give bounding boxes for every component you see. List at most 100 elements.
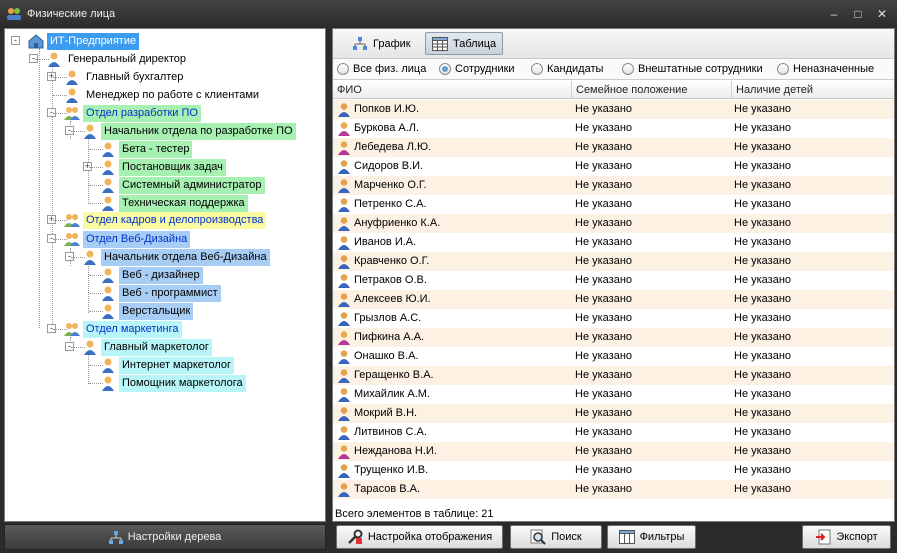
person-icon xyxy=(100,303,116,319)
radio-freelancers[interactable]: Внештатные сотрудники xyxy=(622,63,763,75)
table-row[interactable]: Геращенко В.А. Не указано Не указано xyxy=(333,366,894,385)
maximize-icon[interactable]: □ xyxy=(851,7,865,21)
tree-node-label: Отдел кадров и делопроизводства xyxy=(83,211,267,229)
collapse-icon[interactable]: - xyxy=(11,36,20,45)
cell-marital-status: Не указано xyxy=(575,122,633,134)
cell-marital-status: Не указано xyxy=(575,179,633,191)
search-icon xyxy=(530,529,546,545)
table-row[interactable]: Литвинов С.А. Не указано Не указано xyxy=(333,423,894,442)
table-row[interactable]: Кравченко О.Г. Не указано Не указано xyxy=(333,252,894,271)
table-row[interactable]: Ануфриенко К.А. Не указано Не указано xyxy=(333,214,894,233)
tree-settings-button[interactable]: Настройки дерева xyxy=(4,524,326,550)
tree-node[interactable]: Менеджер по работе с клиентами xyxy=(64,86,262,104)
cell-name: Михайлик А.М. xyxy=(354,388,430,400)
table-row[interactable]: Пифкина А.А. Не указано Не указано xyxy=(333,328,894,347)
table-row[interactable]: Трущенко И.В. Не указано Не указано xyxy=(333,461,894,480)
tree-node[interactable]: Начальник отдела Веб-Дизайна xyxy=(82,248,270,266)
tree-node[interactable]: Верстальщик xyxy=(100,302,194,320)
radio-unassigned[interactable]: Неназначенные xyxy=(777,63,874,75)
cell-children: Не указано xyxy=(734,274,792,286)
table-row[interactable]: Попков И.Ю. Не указано Не указано xyxy=(333,100,894,119)
table-row[interactable]: Грызлов А.С. Не указано Не указано xyxy=(333,309,894,328)
tree-node[interactable]: Веб - дизайнер xyxy=(100,266,203,284)
tree-node-label: Отдел маркетинга xyxy=(83,320,182,338)
male-person-icon xyxy=(337,102,351,117)
table-row[interactable]: Петренко С.А. Не указано Не указано xyxy=(333,195,894,214)
column-header-marital[interactable]: Семейное положение xyxy=(572,81,732,99)
cell-children: Не указано xyxy=(734,122,792,134)
filters-button[interactable]: Фильтры xyxy=(607,525,696,549)
export-label: Экспорт xyxy=(836,531,878,543)
cell-name: Марченко О.Г. xyxy=(354,179,427,191)
radio-employees[interactable]: Сотрудники xyxy=(439,63,515,75)
search-button[interactable]: Поиск xyxy=(510,525,602,549)
tree-node[interactable]: ИТ-Предприятие xyxy=(28,32,140,50)
table-row[interactable]: Буркова А.Л. Не указано Не указано xyxy=(333,119,894,138)
table-row[interactable]: Лебедева Л.Ю. Не указано Не указано xyxy=(333,138,894,157)
close-icon[interactable]: ✕ xyxy=(875,7,889,21)
male-person-icon xyxy=(337,216,351,231)
tree-node-label: Отдел разработки ПО xyxy=(83,104,201,122)
cell-children: Не указано xyxy=(734,464,792,476)
table-row[interactable]: Михайлик А.М. Не указано Не указано xyxy=(333,385,894,404)
export-button[interactable]: Экспорт xyxy=(802,525,891,549)
radio-label: Внештатные сотрудники xyxy=(638,63,763,75)
table-row[interactable]: Алексеев Ю.И. Не указано Не указано xyxy=(333,290,894,309)
radio-candidates[interactable]: Кандидаты xyxy=(531,63,603,75)
column-header-name[interactable]: ФИО xyxy=(333,81,572,99)
tree-node[interactable]: Отдел разработки ПО xyxy=(64,104,201,122)
cell-children: Не указано xyxy=(734,236,792,248)
tab-chart[interactable]: График xyxy=(345,32,418,55)
tree-node[interactable]: Бета - тестер xyxy=(100,140,193,158)
tree-node[interactable]: Главный бухгалтер xyxy=(64,68,186,86)
tree-line xyxy=(88,355,89,384)
person-icon xyxy=(100,159,116,175)
tree-node[interactable]: Помощник маркетолога xyxy=(100,374,246,392)
table-row[interactable]: Нежданова Н.И. Не указано Не указано xyxy=(333,442,894,461)
tree-node[interactable]: Системный администратор xyxy=(100,176,265,194)
table-row[interactable]: Тарасов В.А. Не указано Не указано xyxy=(333,480,894,499)
tree-node-label: Веб - программист xyxy=(119,284,221,302)
cell-children: Не указано xyxy=(734,483,792,495)
tree-node[interactable]: Отдел кадров и делопроизводства xyxy=(64,211,267,229)
table-row[interactable]: Сидоров В.И. Не указано Не указано xyxy=(333,157,894,176)
radio-dot xyxy=(337,63,349,75)
table-row[interactable]: Мокрий В.Н. Не указано Не указано xyxy=(333,404,894,423)
cell-name: Нежданова Н.И. xyxy=(354,445,437,457)
tree-node[interactable]: Генеральный директор xyxy=(46,50,189,68)
cell-marital-status: Не указано xyxy=(575,426,633,438)
minimize-icon[interactable]: – xyxy=(827,7,841,21)
tree-line xyxy=(39,48,40,328)
tree-node[interactable]: Начальник отдела по разработке ПО xyxy=(82,122,296,140)
cell-name: Кравченко О.Г. xyxy=(354,255,430,267)
tree-node[interactable]: Веб - программист xyxy=(100,284,221,302)
cell-marital-status: Не указано xyxy=(575,255,633,267)
table-row[interactable]: Петраков О.В. Не указано Не указано xyxy=(333,271,894,290)
cell-children: Не указано xyxy=(734,312,792,324)
radio-dot xyxy=(622,63,634,75)
male-person-icon xyxy=(337,197,351,212)
table-row[interactable]: Иванов И.А. Не указано Не указано xyxy=(333,233,894,252)
tree-node[interactable]: Главный маркетолог xyxy=(82,338,212,356)
male-person-icon xyxy=(337,406,351,421)
column-header-children[interactable]: Наличие детей xyxy=(732,81,894,99)
radio-all[interactable]: Все физ. лица xyxy=(337,63,426,75)
cell-marital-status: Не указано xyxy=(575,274,633,286)
table-row[interactable]: Онашко В.А. Не указано Не указано xyxy=(333,347,894,366)
tab-table[interactable]: Таблица xyxy=(425,32,504,55)
display-settings-button[interactable]: Настройка отображения xyxy=(336,525,503,549)
cell-marital-status: Не указано xyxy=(575,198,633,210)
cell-name: Петренко С.А. xyxy=(354,198,427,210)
tree-node[interactable]: Техническая поддержка xyxy=(100,194,248,212)
tree-node[interactable]: Постановщик задач xyxy=(100,158,226,176)
tree-node[interactable]: Отдел маркетинга xyxy=(64,320,182,338)
table-row[interactable]: Марченко О.Г. Не указано Не указано xyxy=(333,176,894,195)
person-icon xyxy=(100,195,116,211)
male-person-icon xyxy=(337,178,351,193)
person-icon xyxy=(82,249,98,265)
cell-name: Трущенко И.В. xyxy=(354,464,429,476)
tree-node[interactable]: Интернет маркетолог xyxy=(100,356,235,374)
tree-node[interactable]: Отдел Веб-Дизайна xyxy=(64,230,191,248)
cell-name: Петраков О.В. xyxy=(354,274,427,286)
cell-children: Не указано xyxy=(734,217,792,229)
